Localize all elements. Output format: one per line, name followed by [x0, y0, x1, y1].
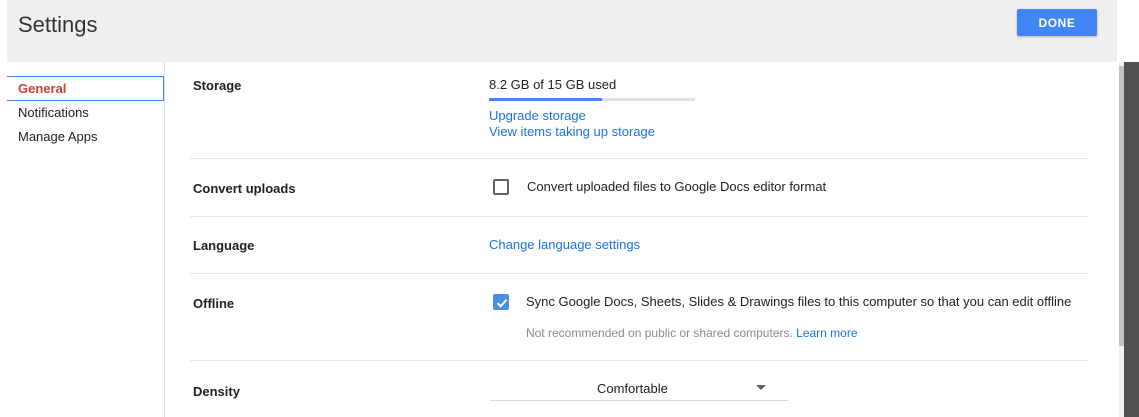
learn-more-link[interactable]: Learn more [796, 326, 857, 340]
storage-usage-text: 8.2 GB of 15 GB used [489, 77, 617, 92]
row-divider [190, 158, 1088, 159]
page-title: Settings [18, 12, 98, 37]
density-select[interactable]: Comfortable [490, 373, 788, 401]
offline-label: Offline [193, 296, 235, 311]
storage-usage-bar [489, 98, 695, 101]
density-label: Density [193, 384, 240, 399]
convert-uploads-label: Convert uploads [193, 181, 296, 196]
row-divider [190, 360, 1088, 361]
checkmark-icon [496, 299, 508, 308]
dropdown-caret-icon [756, 385, 766, 390]
sidebar-item-notifications[interactable]: Notifications [7, 100, 164, 125]
offline-checkbox[interactable] [493, 294, 509, 310]
density-selected-value: Comfortable [597, 381, 668, 396]
done-button[interactable]: DONE [1017, 9, 1097, 36]
sidebar-item-manage-apps[interactable]: Manage Apps [7, 124, 164, 149]
sidebar-nav: General Notifications Manage Apps [7, 76, 165, 417]
convert-uploads-option-text: Convert uploaded files to Google Docs ed… [527, 179, 827, 194]
change-language-link[interactable]: Change language settings [489, 237, 640, 252]
view-storage-items-link[interactable]: View items taking up storage [489, 124, 655, 139]
offline-option-text: Sync Google Docs, Sheets, Slides & Drawi… [526, 294, 1072, 309]
row-divider [190, 273, 1088, 274]
row-divider [190, 216, 1088, 217]
upgrade-storage-link[interactable]: Upgrade storage [489, 108, 586, 123]
background-window-edge [1124, 62, 1139, 417]
settings-header: Settings DONE [7, 0, 1117, 62]
language-label: Language [193, 238, 255, 253]
storage-usage-fill [489, 98, 602, 101]
convert-uploads-checkbox[interactable] [493, 179, 509, 195]
offline-note: Not recommended on public or shared comp… [526, 326, 858, 340]
offline-note-text: Not recommended on public or shared comp… [526, 326, 793, 340]
sidebar-item-general[interactable]: General [7, 76, 164, 101]
storage-label: Storage [193, 78, 242, 93]
